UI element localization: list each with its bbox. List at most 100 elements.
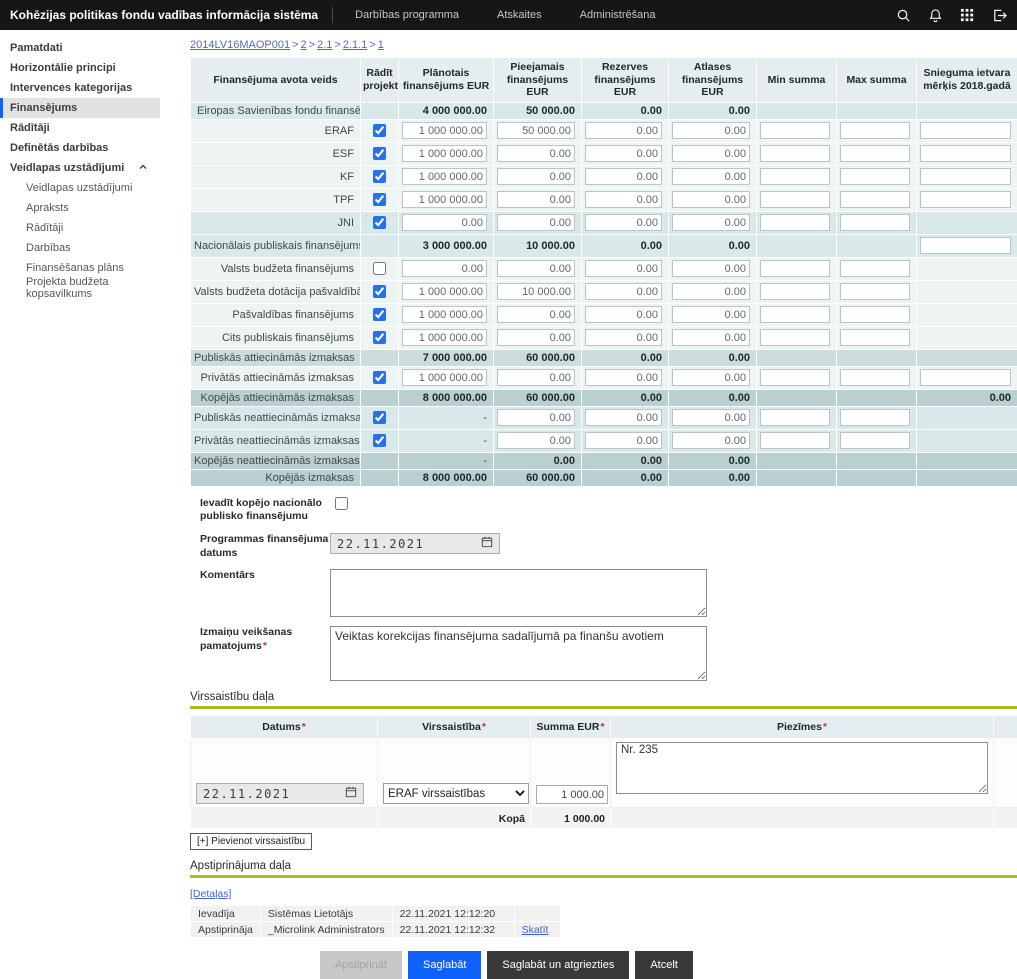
amount-input[interactable]	[672, 122, 750, 139]
view-link[interactable]: Skatīt	[522, 924, 549, 936]
amount-input[interactable]	[840, 260, 910, 277]
show-in-project-checkbox[interactable]	[373, 371, 386, 384]
show-in-project-checkbox[interactable]	[373, 147, 386, 160]
save-button[interactable]: Saglabāt	[408, 951, 481, 979]
sidebar-item[interactable]: Horizontālie principi	[0, 58, 160, 78]
amount-input[interactable]	[497, 329, 575, 346]
top-nav-item[interactable]: Darbības programma	[355, 9, 459, 21]
amount-input[interactable]	[585, 409, 662, 426]
amount-input[interactable]	[840, 329, 910, 346]
virssaistiba-sum-input[interactable]	[536, 785, 608, 804]
show-in-project-checkbox[interactable]	[373, 262, 386, 275]
show-in-project-checkbox[interactable]	[373, 193, 386, 206]
top-nav-item[interactable]: Atskaites	[497, 9, 542, 21]
amount-input[interactable]	[402, 168, 487, 185]
amount-input[interactable]	[840, 369, 910, 386]
amount-input[interactable]	[920, 191, 1011, 208]
amount-input[interactable]	[402, 191, 487, 208]
sidebar-subitem[interactable]: Projekta budžeta kopsavilkums	[0, 278, 160, 298]
top-nav-item[interactable]: Administrēšana	[580, 9, 656, 21]
sidebar-subitem[interactable]: Veidlapas uzstādījumi	[0, 178, 160, 198]
sidebar-item[interactable]: Veidlapas uzstādījumi	[0, 158, 160, 178]
amount-input[interactable]	[497, 191, 575, 208]
amount-input[interactable]	[840, 191, 910, 208]
amount-input[interactable]	[760, 329, 830, 346]
national-funding-checkbox[interactable]	[335, 497, 348, 510]
amount-input[interactable]	[760, 306, 830, 323]
amount-input[interactable]	[585, 214, 662, 231]
sidebar-item[interactable]: Finansējums	[0, 98, 160, 118]
amount-input[interactable]	[672, 145, 750, 162]
amount-input[interactable]	[840, 145, 910, 162]
sidebar-subitem[interactable]: Finansēšanas plāns	[0, 258, 160, 278]
show-in-project-checkbox[interactable]	[373, 285, 386, 298]
sidebar-subitem[interactable]: Rādītāji	[0, 218, 160, 238]
details-link[interactable]: [Detaļas]	[190, 888, 231, 900]
amount-input[interactable]	[760, 432, 830, 449]
breadcrumb-link[interactable]: 2.1	[317, 39, 332, 51]
amount-input[interactable]	[920, 369, 1011, 386]
amount-input[interactable]	[402, 306, 487, 323]
sidebar-item[interactable]: Rādītāji	[0, 118, 160, 138]
amount-input[interactable]	[920, 145, 1011, 162]
amount-input[interactable]	[672, 409, 750, 426]
amount-input[interactable]	[672, 306, 750, 323]
sidebar-item[interactable]: Definētās darbības	[0, 138, 160, 158]
amount-input[interactable]	[497, 168, 575, 185]
amount-input[interactable]	[585, 168, 662, 185]
amount-input[interactable]	[497, 122, 575, 139]
amount-input[interactable]	[760, 409, 830, 426]
amount-input[interactable]	[920, 237, 1011, 254]
amount-input[interactable]	[585, 306, 662, 323]
amount-input[interactable]	[840, 283, 910, 300]
amount-input[interactable]	[920, 122, 1011, 139]
apps-icon[interactable]	[960, 8, 975, 23]
amount-input[interactable]	[760, 260, 830, 277]
amount-input[interactable]	[585, 191, 662, 208]
breadcrumb-link[interactable]: 2	[301, 39, 307, 51]
amount-input[interactable]	[920, 168, 1011, 185]
add-virssaistiba-button[interactable]: [+] Pievienot virssaistību	[190, 833, 312, 850]
breadcrumb-link[interactable]: 2.1.1	[343, 39, 367, 51]
show-in-project-checkbox[interactable]	[373, 124, 386, 137]
sidebar-subitem[interactable]: Darbības	[0, 238, 160, 258]
program-date-input[interactable]: 22.11.2021	[330, 533, 500, 554]
amount-input[interactable]	[402, 122, 487, 139]
amount-input[interactable]	[672, 432, 750, 449]
amount-input[interactable]	[672, 329, 750, 346]
amount-input[interactable]	[497, 369, 575, 386]
amount-input[interactable]	[402, 145, 487, 162]
show-in-project-checkbox[interactable]	[373, 170, 386, 183]
amount-input[interactable]	[402, 260, 487, 277]
amount-input[interactable]	[760, 122, 830, 139]
show-in-project-checkbox[interactable]	[373, 411, 386, 424]
amount-input[interactable]	[672, 260, 750, 277]
amount-input[interactable]	[497, 306, 575, 323]
sidebar-item[interactable]: Pamatdati	[0, 38, 160, 58]
amount-input[interactable]	[497, 409, 575, 426]
amount-input[interactable]	[840, 168, 910, 185]
show-in-project-checkbox[interactable]	[373, 308, 386, 321]
amount-input[interactable]	[672, 191, 750, 208]
breadcrumb-link[interactable]: 2014LV16MAOP001	[190, 39, 290, 51]
amount-input[interactable]	[402, 369, 487, 386]
amount-input[interactable]	[672, 369, 750, 386]
breadcrumb-link[interactable]: 1	[378, 39, 384, 51]
amount-input[interactable]	[760, 168, 830, 185]
amount-input[interactable]	[585, 122, 662, 139]
amount-input[interactable]	[840, 214, 910, 231]
sidebar-subitem[interactable]: Apraksts	[0, 198, 160, 218]
amount-input[interactable]	[672, 283, 750, 300]
comment-textarea[interactable]	[330, 569, 707, 617]
sidebar-item[interactable]: Intervences kategorijas	[0, 78, 160, 98]
amount-input[interactable]	[402, 214, 487, 231]
amount-input[interactable]	[760, 191, 830, 208]
amount-input[interactable]	[840, 122, 910, 139]
amount-input[interactable]	[497, 283, 575, 300]
amount-input[interactable]	[585, 329, 662, 346]
amount-input[interactable]	[840, 306, 910, 323]
save-and-return-button[interactable]: Saglabāt un atgriezties	[487, 951, 629, 979]
show-in-project-checkbox[interactable]	[373, 216, 386, 229]
amount-input[interactable]	[497, 214, 575, 231]
amount-input[interactable]	[497, 145, 575, 162]
